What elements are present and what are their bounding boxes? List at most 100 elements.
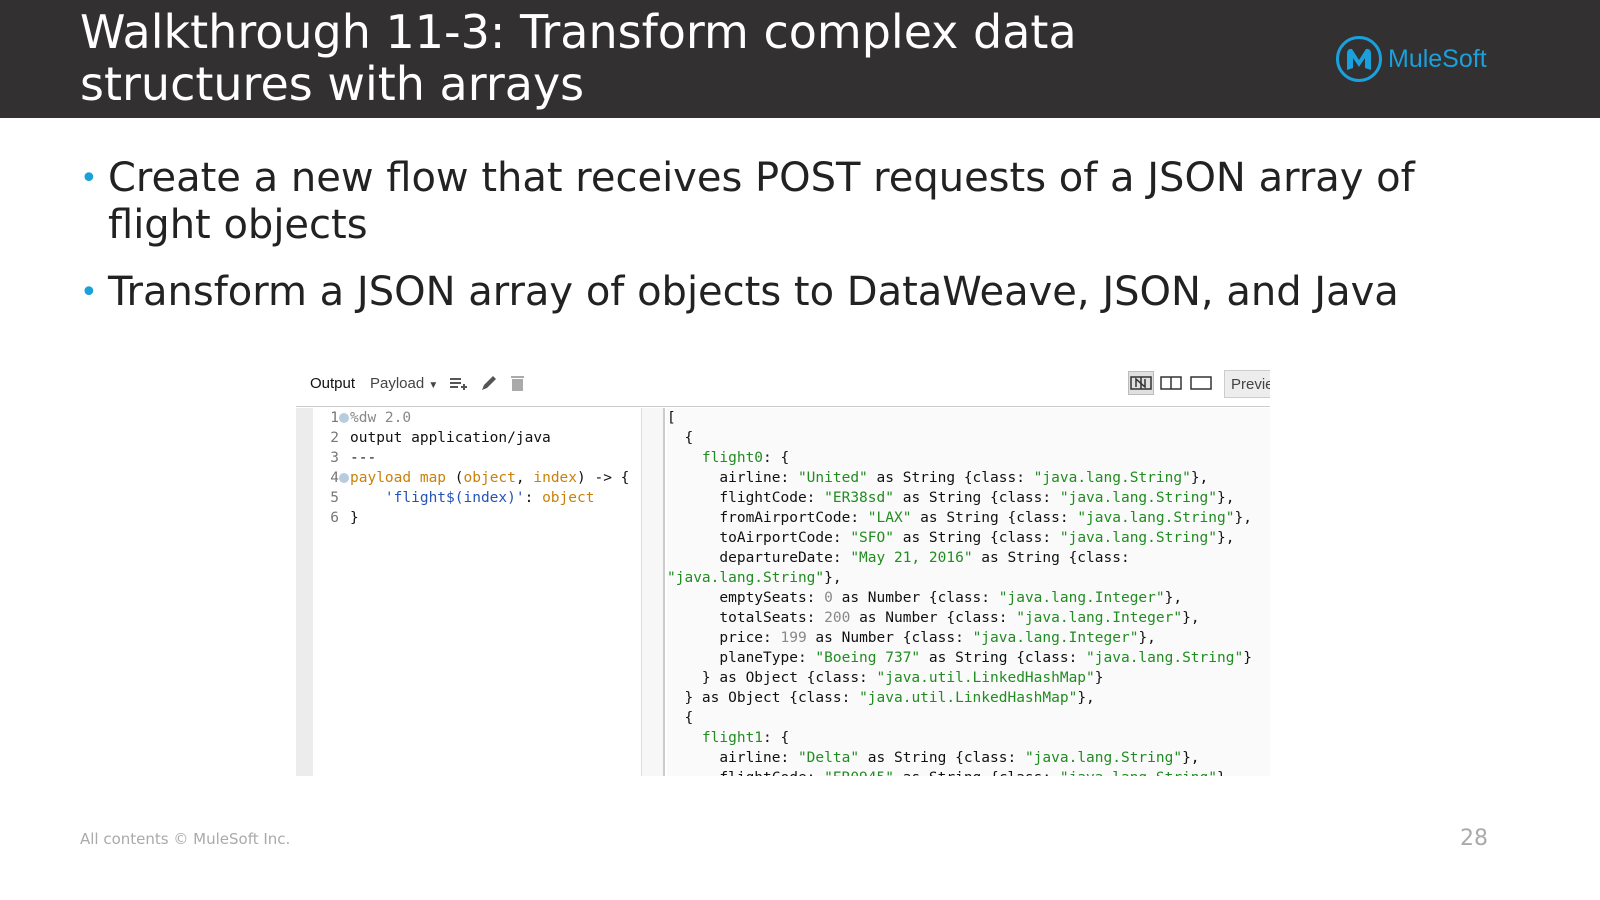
pencil-icon[interactable]	[479, 373, 499, 397]
code-line: 6}	[313, 508, 641, 528]
bullet-dot: •	[80, 275, 98, 310]
output-preview: [ { flight0: { airline: "United" as Stri…	[667, 408, 1270, 776]
mulesoft-m-icon	[1336, 36, 1382, 82]
output-line: airline: "United" as String {class: "jav…	[667, 468, 1270, 488]
output-line: price: 199 as Number {class: "java.lang.…	[667, 628, 1270, 648]
code-token: planeType:	[667, 650, 816, 666]
code-token: "java.lang.String"	[1059, 530, 1217, 546]
code-token: },	[1164, 590, 1183, 606]
code-token: "May 21, 2016"	[850, 550, 973, 566]
fold-icon[interactable]	[339, 473, 349, 483]
code-token: 200	[824, 610, 851, 626]
output-line: } as Object {class: "java.util.LinkedHas…	[667, 688, 1270, 708]
view-both-button[interactable]	[1128, 371, 1154, 395]
code-token: [	[667, 410, 676, 426]
code-token: "java.lang.String"	[667, 570, 825, 586]
page-number: 28	[1460, 826, 1488, 851]
code-token: },	[1077, 690, 1095, 706]
code-token: object	[542, 490, 595, 506]
bullet-dot: •	[80, 161, 98, 196]
output-line: airline: "Delta" as String {class: "java…	[667, 748, 1270, 768]
view-single-button[interactable]	[1188, 371, 1214, 395]
output-line: [	[667, 408, 1270, 428]
add-list-icon[interactable]	[448, 373, 468, 397]
code-token: "Delta"	[797, 750, 860, 766]
line-number: 3	[330, 450, 339, 466]
code-token: "Boeing 737"	[815, 650, 921, 666]
code-token: emptySeats:	[667, 590, 825, 606]
bullet-list: • Create a new flow that receives POST re…	[80, 155, 1480, 336]
copyright-text: All contents © MuleSoft Inc.	[80, 830, 291, 848]
code-token: as String {class:	[867, 470, 1034, 486]
code-token: ) -> {	[577, 470, 630, 486]
code-token: flight1	[667, 730, 764, 746]
code-token: 'flight$(index)'	[350, 490, 525, 506]
code-token: departureDate:	[667, 550, 851, 566]
script-editor[interactable]: 1 %dw 2.0 2 output application/java 3 --- 4 pay…	[313, 408, 642, 776]
code-token: "United"	[797, 470, 868, 486]
output-line: "java.lang.String"},	[667, 568, 1270, 588]
title-line: Walkthrough 11-3: Transform complex data	[80, 5, 1077, 59]
output-line: fromAirportCode: "LAX" as String {class:…	[667, 508, 1270, 528]
code-token: "java.lang.String"	[1060, 770, 1217, 776]
code-token: ---	[350, 450, 377, 466]
output-line: {	[667, 428, 1270, 448]
code-line: 3 ---	[313, 448, 641, 468]
fold-icon[interactable]	[339, 413, 349, 423]
code-token: payload map	[350, 470, 455, 486]
code-token: "java.lang.String"	[1033, 470, 1191, 486]
code-token: {	[667, 710, 694, 726]
code-token: as String {class:	[893, 490, 1060, 506]
code-token: }	[1243, 650, 1252, 666]
slide-title: Walkthrough 11-3: Transform complex data…	[80, 6, 1077, 110]
code-token: "java.util.LinkedHashMap"	[876, 670, 1095, 686]
editor-gutter	[296, 408, 313, 776]
code-token: as String {class:	[920, 650, 1087, 666]
preview-button[interactable]: Preview	[1224, 370, 1270, 398]
code-token: as String {class:	[911, 510, 1078, 526]
slide-header: Walkthrough 11-3: Transform complex data…	[0, 0, 1600, 118]
code-token: as String {class:	[893, 530, 1060, 546]
code-token: output application/java	[350, 430, 551, 446]
code-token: },	[824, 570, 842, 586]
code-token: "LAX"	[867, 510, 912, 526]
code-token: as String {class:	[859, 750, 1025, 766]
code-token: ,	[515, 470, 534, 486]
pane-divider[interactable]	[642, 408, 665, 776]
code-token: } as Object {class:	[667, 670, 877, 686]
bullet-text: Create a new flow that receives POST req…	[108, 155, 1415, 248]
code-token: airline:	[667, 750, 798, 766]
output-line: flight0: {	[667, 448, 1270, 468]
target-dropdown[interactable]: Payload ▼	[370, 375, 438, 392]
code-token: : {	[763, 450, 790, 466]
output-line: flight1: {	[667, 728, 1270, 748]
output-line: flightCode: "ER38sd" as String {class: "…	[667, 488, 1270, 508]
bullet-item: • Create a new flow that receives POST re…	[80, 155, 1480, 249]
line-number: 5	[330, 490, 339, 506]
code-line: 1 %dw 2.0	[313, 408, 641, 428]
code-token: object	[463, 470, 516, 486]
code-token: "java.lang.String"	[1086, 650, 1244, 666]
code-token: },	[1217, 530, 1235, 546]
code-token: price:	[667, 630, 781, 646]
mulesoft-logo: MuleSoft	[1336, 36, 1487, 82]
code-token: {	[667, 430, 694, 446]
output-line: totalSeats: 200 as Number {class: "java.…	[667, 608, 1270, 628]
code-token: 0	[824, 590, 833, 606]
code-token: %dw 2.0	[350, 410, 412, 426]
view-split-button[interactable]	[1158, 371, 1184, 395]
code-token: "ER38sd"	[824, 490, 894, 506]
output-line: {	[667, 708, 1270, 728]
code-token: totalSeats:	[667, 610, 825, 626]
trash-icon[interactable]	[509, 373, 527, 397]
code-token: }	[1094, 670, 1104, 686]
code-token: },	[1217, 770, 1234, 776]
code-token: flight0	[667, 450, 764, 466]
code-token: },	[1138, 630, 1156, 646]
code-token: } as Object {class:	[667, 690, 860, 706]
code-token: (	[454, 470, 464, 486]
dropdown-caret-icon: ▼	[428, 380, 439, 391]
bullet-text: Transform a JSON array of objects to Dat…	[108, 269, 1399, 315]
code-line: 5 'flight$(index)': object	[313, 488, 641, 508]
code-token: airline:	[667, 470, 798, 486]
